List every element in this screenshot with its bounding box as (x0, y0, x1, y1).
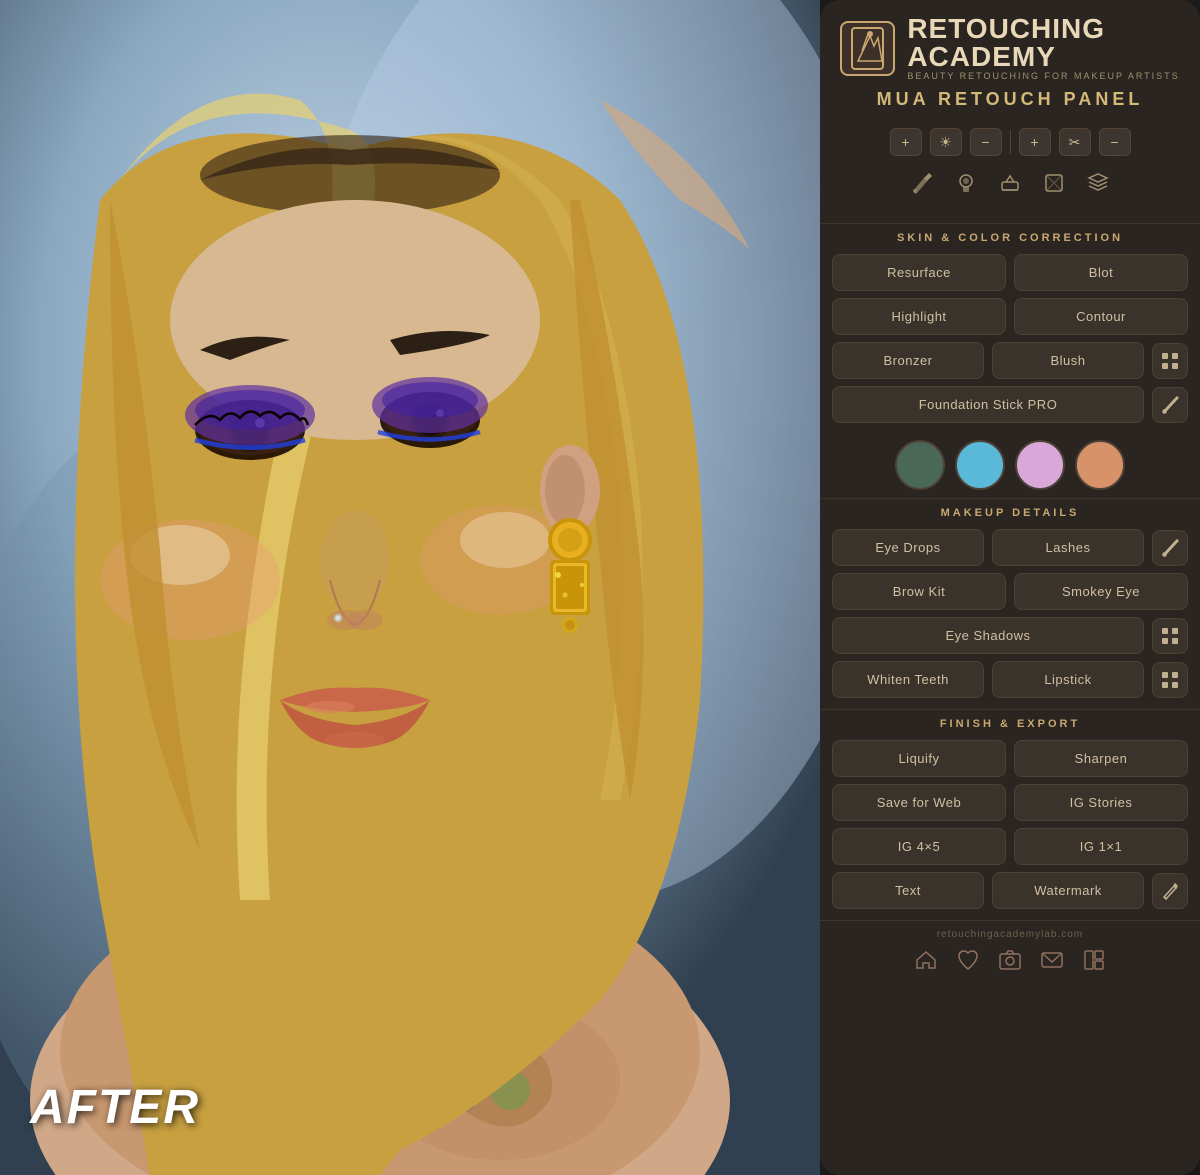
bronzer-button[interactable]: Bronzer (832, 342, 984, 379)
swatch-green[interactable] (895, 440, 945, 490)
pencil-icon-watermark[interactable] (1152, 873, 1188, 909)
after-label: AFTER (30, 1080, 200, 1135)
toolbar-sep (1010, 130, 1011, 154)
swatch-blue[interactable] (955, 440, 1005, 490)
stamp-tool-icon[interactable] (951, 168, 981, 203)
eye-shadows-button[interactable]: Eye Shadows (832, 617, 1144, 654)
footer-url: retouchingacademylab.com (830, 929, 1190, 940)
ig4x5-ig1x1-row: IG 4×5 IG 1×1 (832, 828, 1188, 865)
grid-icon-eye-shadows[interactable] (1152, 618, 1188, 654)
brow-smokey-row: Brow Kit Smokey Eye (832, 573, 1188, 610)
panel-footer: retouchingacademylab.com (820, 920, 1200, 986)
mua-panel: RETOUCHING ACADEMY Beauty Retouching for… (820, 0, 1200, 1175)
eye-drops-lashes-row: Eye Drops Lashes (832, 529, 1188, 566)
liquify-button[interactable]: Liquify (832, 740, 1006, 777)
btn-sun[interactable]: ☀ (930, 128, 962, 156)
brow-kit-button[interactable]: Brow Kit (832, 573, 1006, 610)
lashes-button[interactable]: Lashes (992, 529, 1144, 566)
ig-1x1-button[interactable]: IG 1×1 (1014, 828, 1188, 865)
patch-tool-icon[interactable] (1039, 168, 1069, 203)
share-footer-icon[interactable] (1082, 948, 1106, 978)
finish-export-section-header: FINISH & EXPORT (820, 709, 1200, 736)
makeup-details-section-header: MAKEUP DETAILS (820, 498, 1200, 525)
resurface-button[interactable]: Resurface (832, 254, 1006, 291)
panel-header: RETOUCHING ACADEMY Beauty Retouching for… (820, 0, 1200, 223)
eye-shadows-row: Eye Shadows (832, 617, 1188, 654)
contour-button[interactable]: Contour (1014, 298, 1188, 335)
tools-icon-row (835, 162, 1185, 213)
makeup-details-buttons: Eye Drops Lashes Brow Kit Smokey Eye Eye… (820, 525, 1200, 709)
blot-button[interactable]: Blot (1014, 254, 1188, 291)
lipstick-button[interactable]: Lipstick (992, 661, 1144, 698)
brush-icon-foundation[interactable] (1152, 387, 1188, 423)
logo-icon (840, 21, 895, 76)
smokey-eye-button[interactable]: Smokey Eye (1014, 573, 1188, 610)
btn-scissors[interactable]: ✂ (1059, 128, 1091, 156)
eraser-tool-icon[interactable] (995, 168, 1025, 203)
home-footer-icon[interactable] (914, 948, 938, 978)
skin-color-section-header: SKIN & COLOR CORRECTION (820, 223, 1200, 250)
logo-subtitle: Beauty Retouching for Makeup Artists (907, 71, 1179, 81)
logo-title-line2: ACADEMY (907, 43, 1179, 71)
foundation-row: Foundation Stick PRO (832, 386, 1188, 423)
ig-stories-button[interactable]: IG Stories (1014, 784, 1188, 821)
logo-area: RETOUCHING ACADEMY Beauty Retouching for… (835, 15, 1185, 81)
btn-minus2[interactable]: − (1099, 128, 1131, 156)
swatch-pink[interactable] (1015, 440, 1065, 490)
eye-drops-button[interactable]: Eye Drops (832, 529, 984, 566)
resurface-blot-row: Resurface Blot (832, 254, 1188, 291)
whiten-teeth-button[interactable]: Whiten Teeth (832, 661, 984, 698)
highlight-button[interactable]: Highlight (832, 298, 1006, 335)
liquify-sharpen-row: Liquify Sharpen (832, 740, 1188, 777)
heart-footer-icon[interactable] (956, 948, 980, 978)
swatch-peach[interactable] (1075, 440, 1125, 490)
ig-4x5-button[interactable]: IG 4×5 (832, 828, 1006, 865)
save-for-web-button[interactable]: Save for Web (832, 784, 1006, 821)
btn-plus2[interactable]: + (1019, 128, 1051, 156)
blush-button[interactable]: Blush (992, 342, 1144, 379)
grid-icon-blush[interactable] (1152, 343, 1188, 379)
toolbar-row: + ☀ − + ✂ − (835, 122, 1185, 162)
finish-export-buttons: Liquify Sharpen Save for Web IG Stories … (820, 736, 1200, 920)
text-watermark-row: Text Watermark (832, 872, 1188, 909)
panel-main-title: MUA RETOUCH PANEL (835, 89, 1185, 110)
highlight-contour-row: Highlight Contour (832, 298, 1188, 335)
grid-icon-lipstick[interactable] (1152, 662, 1188, 698)
logo-text-block: RETOUCHING ACADEMY Beauty Retouching for… (907, 15, 1179, 81)
text-button[interactable]: Text (832, 872, 984, 909)
brush-icon-lashes[interactable] (1152, 530, 1188, 566)
whiten-lipstick-row: Whiten Teeth Lipstick (832, 661, 1188, 698)
color-swatches (820, 434, 1200, 498)
photo-area: AFTER (0, 0, 820, 1175)
foundation-stick-pro-button[interactable]: Foundation Stick PRO (832, 386, 1144, 423)
btn-minus1[interactable]: − (970, 128, 1002, 156)
watermark-button[interactable]: Watermark (992, 872, 1144, 909)
sharpen-button[interactable]: Sharpen (1014, 740, 1188, 777)
save-igstories-row: Save for Web IG Stories (832, 784, 1188, 821)
btn-plus1[interactable]: + (890, 128, 922, 156)
mail-footer-icon[interactable] (1040, 948, 1064, 978)
bronzer-blush-row: Bronzer Blush (832, 342, 1188, 379)
camera-footer-icon[interactable] (998, 948, 1022, 978)
layers-tool-icon[interactable] (1083, 168, 1113, 203)
footer-icons (830, 948, 1190, 978)
logo-title-line1: RETOUCHING (907, 15, 1179, 43)
skin-color-buttons: Resurface Blot Highlight Contour Bronzer… (820, 250, 1200, 434)
brush-tool-icon[interactable] (907, 168, 937, 203)
